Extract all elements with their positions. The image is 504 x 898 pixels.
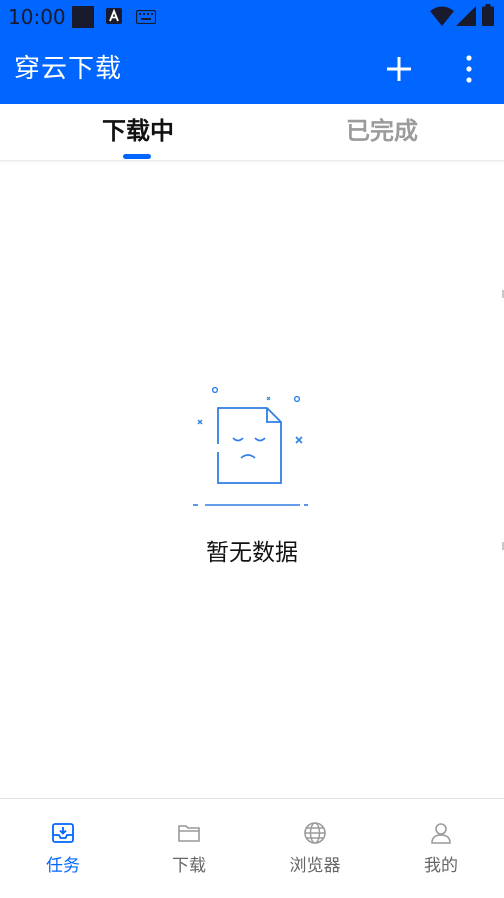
status-time: 10:00 xyxy=(8,5,66,29)
globe-icon xyxy=(304,822,326,844)
nav-label-downloads: 下载 xyxy=(172,856,206,876)
nav-label-profile: 我的 xyxy=(424,856,458,876)
app-bar: 穿云下载 xyxy=(0,34,504,104)
nav-item-downloads[interactable]: 下载 xyxy=(126,799,252,898)
tab-downloading[interactable]: 下载中 xyxy=(12,104,264,160)
empty-state-text: 暂无数据 xyxy=(206,540,298,566)
empty-document-icon xyxy=(193,386,308,506)
tab-completed-label: 已完成 xyxy=(346,117,418,145)
signal-icon xyxy=(456,6,476,26)
keyboard-icon xyxy=(136,10,156,24)
square-icon xyxy=(72,6,94,28)
folder-icon xyxy=(178,825,200,842)
app-title: 穿云下载 xyxy=(14,54,123,84)
tab-completed[interactable]: 已完成 xyxy=(256,104,504,160)
tab-bar: 下载中 已完成 xyxy=(0,104,504,161)
tab-downloading-label: 下载中 xyxy=(102,117,174,145)
more-vert-icon[interactable] xyxy=(452,52,486,86)
nav-item-browser[interactable]: 浏览器 xyxy=(252,799,378,898)
wifi-icon xyxy=(430,6,454,26)
nav-item-profile[interactable]: 我的 xyxy=(378,799,504,898)
tab-indicator xyxy=(123,154,151,159)
nav-label-browser: 浏览器 xyxy=(289,856,341,876)
battery-icon xyxy=(482,4,494,26)
bottom-nav: 任务 下载 浏览器 我的 xyxy=(0,798,504,898)
task-download-icon xyxy=(52,823,74,843)
nav-label-tasks: 任务 xyxy=(46,856,80,876)
a-icon xyxy=(106,8,122,24)
status-bar: 10:00 xyxy=(0,0,504,34)
add-icon[interactable] xyxy=(382,52,416,86)
profile-icon xyxy=(431,823,451,844)
nav-item-tasks[interactable]: 任务 xyxy=(0,799,126,898)
